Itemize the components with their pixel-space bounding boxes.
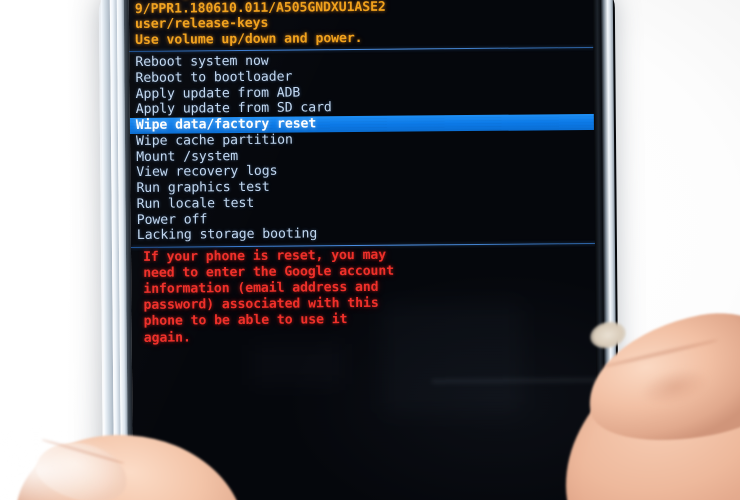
screen-reflection-blob (381, 303, 522, 414)
phone-frame-rail-inner (116, 0, 129, 500)
phone-frame-rail-mid (109, 0, 122, 500)
screenshot-scene: Android Recovery samsung/a50xtc/a50 9/PP… (0, 0, 740, 500)
recovery-menu-list: Reboot system now Reboot to bootloader A… (129, 51, 602, 244)
recovery-header: Android Recovery samsung/a50xtc/a50 9/PP… (129, 0, 601, 48)
menu-item-lacking-storage-booting[interactable]: Lacking storage booting (137, 224, 602, 244)
header-line-instructions: Use volume up/down and power. (135, 30, 363, 48)
phone-frame-rail-outer (100, 0, 115, 500)
phone-screen: Android Recovery samsung/a50xtc/a50 9/PP… (128, 0, 605, 500)
phone-device: Android Recovery samsung/a50xtc/a50 9/PP… (98, 0, 620, 500)
screen-reflection-streak (432, 377, 605, 384)
frp-warning-block: If your phone is reset, you may need to … (131, 244, 603, 347)
android-recovery-ui: Android Recovery samsung/a50xtc/a50 9/PP… (129, 0, 603, 347)
screen-reflection-blob-secondary (252, 344, 342, 385)
